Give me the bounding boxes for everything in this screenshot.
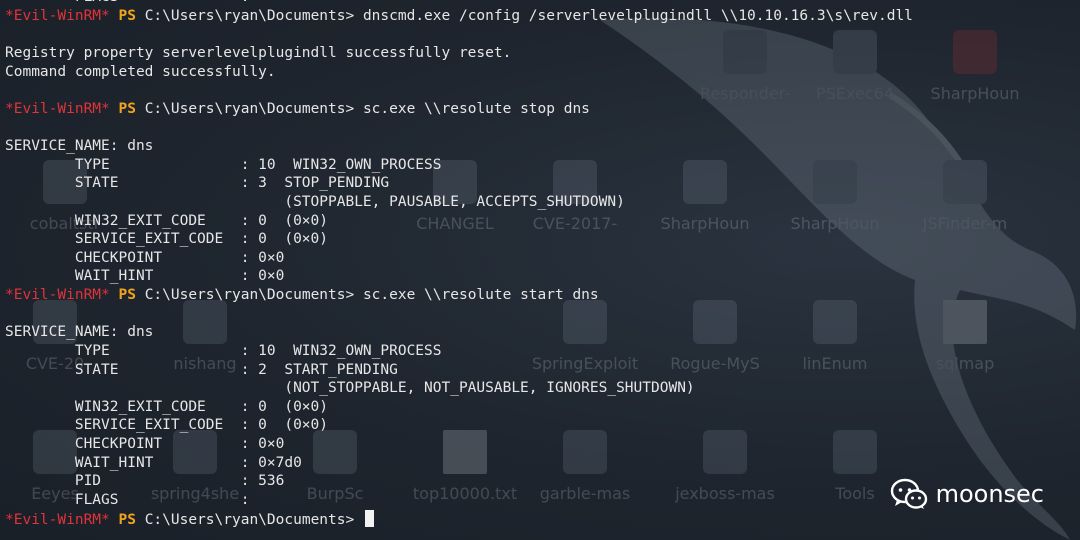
prompt-ps: PS	[118, 100, 136, 117]
output-line: SERVICE_NAME: dns	[5, 324, 154, 341]
watermark-text: moonsec	[935, 480, 1044, 508]
screenshot: Responder- PSExec64 SharpHoun cobaltstr CHAN…	[0, 0, 1080, 540]
output-line: Command completed successfully.	[5, 63, 276, 80]
prompt-line: *Evil-WinRM* PS C:\Users\ryan\Documents>…	[5, 286, 599, 305]
prompt-tag: *Evil-WinRM*	[5, 287, 110, 304]
output-line: WAIT_HINT : 0×7d0	[5, 454, 302, 471]
text-cursor	[364, 509, 374, 527]
output-line: CHECKPOINT : 0×0	[5, 436, 285, 453]
active-prompt-line[interactable]: *Evil-WinRM* PS C:\Users\ryan\Documents>	[5, 509, 374, 529]
output-line: STATE : 3 STOP_PENDING	[5, 175, 390, 192]
output-line: (NOT_STOPPABLE, NOT_PAUSABLE, IGNORES_SH…	[5, 380, 695, 397]
prompt-tag: *Evil-WinRM*	[5, 511, 110, 528]
output-line: SERVICE_EXIT_CODE : 0 (0×0)	[5, 417, 329, 434]
output-line: WAIT_HINT : 0×0	[5, 268, 285, 285]
output-line: FLAGS :	[5, 492, 250, 508]
output-line: SERVICE_EXIT_CODE : 0 (0×0)	[5, 231, 329, 248]
prompt-tag: *Evil-WinRM*	[5, 100, 110, 117]
output-line: STATE : 2 START_PENDING	[5, 361, 398, 378]
prompt-line: *Evil-WinRM* PS C:\Users\ryan\Documents>…	[5, 100, 590, 119]
command-text: C:\Users\ryan\Documents> sc.exe \\resolu…	[135, 100, 590, 117]
prompt-line: *Evil-WinRM* PS C:\Users\ryan\Documents>…	[5, 7, 913, 26]
output-line: WIN32_EXIT_CODE : 0 (0×0)	[5, 212, 329, 229]
output-line: CHECKPOINT : 0×0	[5, 249, 285, 266]
prompt-tag: *Evil-WinRM*	[5, 7, 110, 24]
prompt-ps: PS	[118, 7, 136, 24]
output-line: SERVICE_NAME: dns	[5, 138, 154, 155]
command-text: C:\Users\ryan\Documents> sc.exe \\resolu…	[135, 287, 599, 304]
output-line: (STOPPABLE, PAUSABLE, ACCEPTS_SHUTDOWN)	[5, 193, 625, 210]
prompt-ps: PS	[118, 287, 136, 304]
wechat-icon	[890, 478, 927, 509]
command-text: C:\Users\ryan\Documents> dnscmd.exe /con…	[135, 7, 913, 24]
prompt-ps: PS	[118, 511, 136, 528]
command-text: C:\Users\ryan\Documents>	[135, 511, 363, 528]
output-line: WIN32_EXIT_CODE : 0 (0×0)	[5, 398, 329, 415]
output-line: PID : 536	[5, 473, 285, 490]
watermark: moonsec	[890, 478, 1044, 510]
output-line: TYPE : 10 WIN32_OWN_PROCESS	[5, 156, 442, 173]
terminal-window[interactable]: FLAGS :*Evil-WinRM* PS C:\Users\ryan\Doc…	[0, 0, 1080, 540]
output-line: Registry property serverlevelplugindll s…	[5, 44, 512, 61]
output-line: TYPE : 10 WIN32_OWN_PROCESS	[5, 342, 442, 359]
